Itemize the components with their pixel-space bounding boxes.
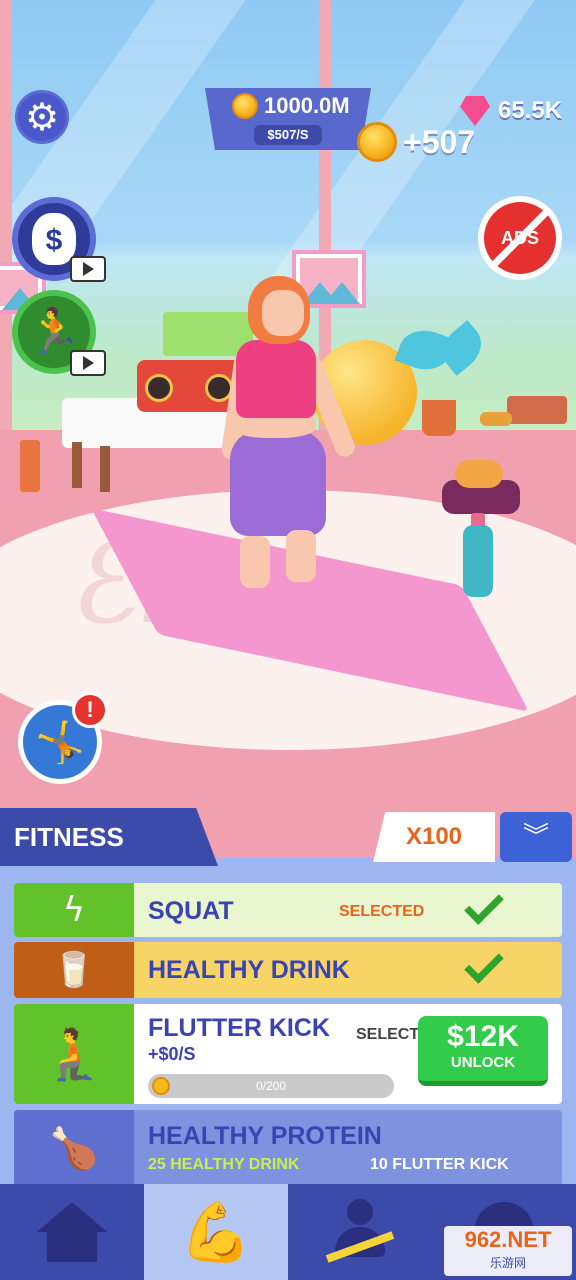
character-face: [262, 290, 304, 336]
exercise-title: HEALTHY DRINK: [148, 956, 350, 984]
running-man-icon: 🏃: [26, 306, 82, 357]
select-label[interactable]: SELECT: [356, 1026, 419, 1044]
exercise-pose-icon: 🤸: [35, 719, 85, 766]
exercise-title: FLUTTER KICK: [148, 1014, 330, 1042]
settings-button[interactable]: ⚙: [15, 90, 69, 144]
watermark-main: 962.NET: [464, 1227, 552, 1252]
unlock-label: UNLOCK: [450, 1054, 516, 1071]
plant-pot: [422, 400, 456, 436]
site-watermark: 962.NET 乐游网: [444, 1226, 572, 1276]
money-value: 1000.0M: [264, 93, 350, 118]
character-foot: [240, 536, 270, 588]
gem-display: 65.5K: [460, 96, 562, 126]
character-top: [236, 340, 316, 418]
unlock-progress-bar: 0/200: [148, 1074, 394, 1098]
money-rate: $507/S: [254, 125, 322, 145]
water-bottle: [463, 525, 493, 597]
exercise-row-healthy-drink[interactable]: 🥛 HEALTHY DRINK: [14, 942, 562, 998]
checkmark-icon: [464, 944, 504, 984]
no-ads-label: ADS: [500, 227, 539, 248]
progress-text: 0/200: [255, 1079, 287, 1093]
cat: [455, 460, 503, 488]
bench-leg: [72, 442, 82, 488]
flutter-kick-icon: 🧎: [14, 1004, 134, 1104]
trainer-growth-icon: [325, 1199, 395, 1265]
panel-header: FITNESS X100 ︾: [0, 808, 576, 866]
requirement-label: 25 HEALTHY DRINK: [148, 1156, 300, 1173]
coin-icon: [232, 93, 258, 119]
toolbox: [507, 396, 567, 424]
nav-fitness[interactable]: 💪: [144, 1184, 288, 1280]
double-chevron-down-icon: ︾: [522, 822, 549, 852]
money-display: 1000.0M: [232, 93, 350, 119]
no-ads-button[interactable]: ADS: [478, 196, 562, 280]
unlock-price: $12K: [447, 1020, 519, 1053]
exercise-row-healthy-protein[interactable]: 🍗 HEALTHY PROTEIN 25 HEALTHY DRINK 10 FL…: [14, 1110, 562, 1186]
muscle-arm-icon: 💪: [179, 1198, 253, 1266]
alert-badge: !: [72, 692, 108, 728]
multiplier-button[interactable]: X100: [373, 812, 495, 862]
window-frame: [0, 0, 12, 470]
unlock-button[interactable]: $12K UNLOCK: [418, 1016, 548, 1086]
requirement-label: 10 FLUTTER KICK: [370, 1156, 509, 1173]
home-icon: [37, 1202, 107, 1262]
plant-leaf: [433, 320, 491, 376]
money-bag-icon: $: [32, 213, 76, 265]
bench-leg: [100, 446, 110, 492]
nav-trainer[interactable]: [288, 1184, 432, 1280]
no-ads-icon: ADS: [484, 202, 556, 274]
coin-icon: [357, 122, 397, 162]
gear-icon: ⚙: [24, 95, 60, 139]
video-ad-icon: [70, 256, 106, 282]
character-foot: [286, 530, 316, 582]
income-rate: +$0/S: [148, 1044, 196, 1064]
character-legs: [230, 430, 326, 536]
candle: [20, 440, 40, 492]
squat-icon: ϟ: [14, 883, 134, 937]
income-value: +507: [403, 123, 476, 160]
exercise-title: SQUAT: [148, 897, 234, 925]
exercise-row-squat[interactable]: ϟ SQUAT SELECTED: [14, 883, 562, 937]
watermark-sub: 乐游网: [489, 1256, 526, 1270]
tab-fitness[interactable]: FITNESS: [0, 808, 218, 866]
drink-bottle-icon: 🥛: [14, 942, 134, 998]
nav-home[interactable]: [0, 1184, 144, 1280]
income-popup: +507: [357, 122, 475, 162]
selected-status: SELECTED: [339, 903, 425, 920]
dumbbell: [480, 412, 512, 426]
exercise-title: HEALTHY PROTEIN: [148, 1122, 382, 1150]
collapse-button[interactable]: ︾: [500, 812, 572, 862]
gem-value: 65.5K: [498, 97, 563, 124]
exercise-row-flutter-kick[interactable]: 🧎 FLUTTER KICK +$0/S SELECT 0/200 $12K U…: [14, 1004, 562, 1104]
protein-food-icon: 🍗: [14, 1110, 134, 1186]
video-ad-icon: [70, 350, 106, 376]
boombox: [137, 360, 242, 412]
checkmark-icon: [464, 885, 504, 925]
